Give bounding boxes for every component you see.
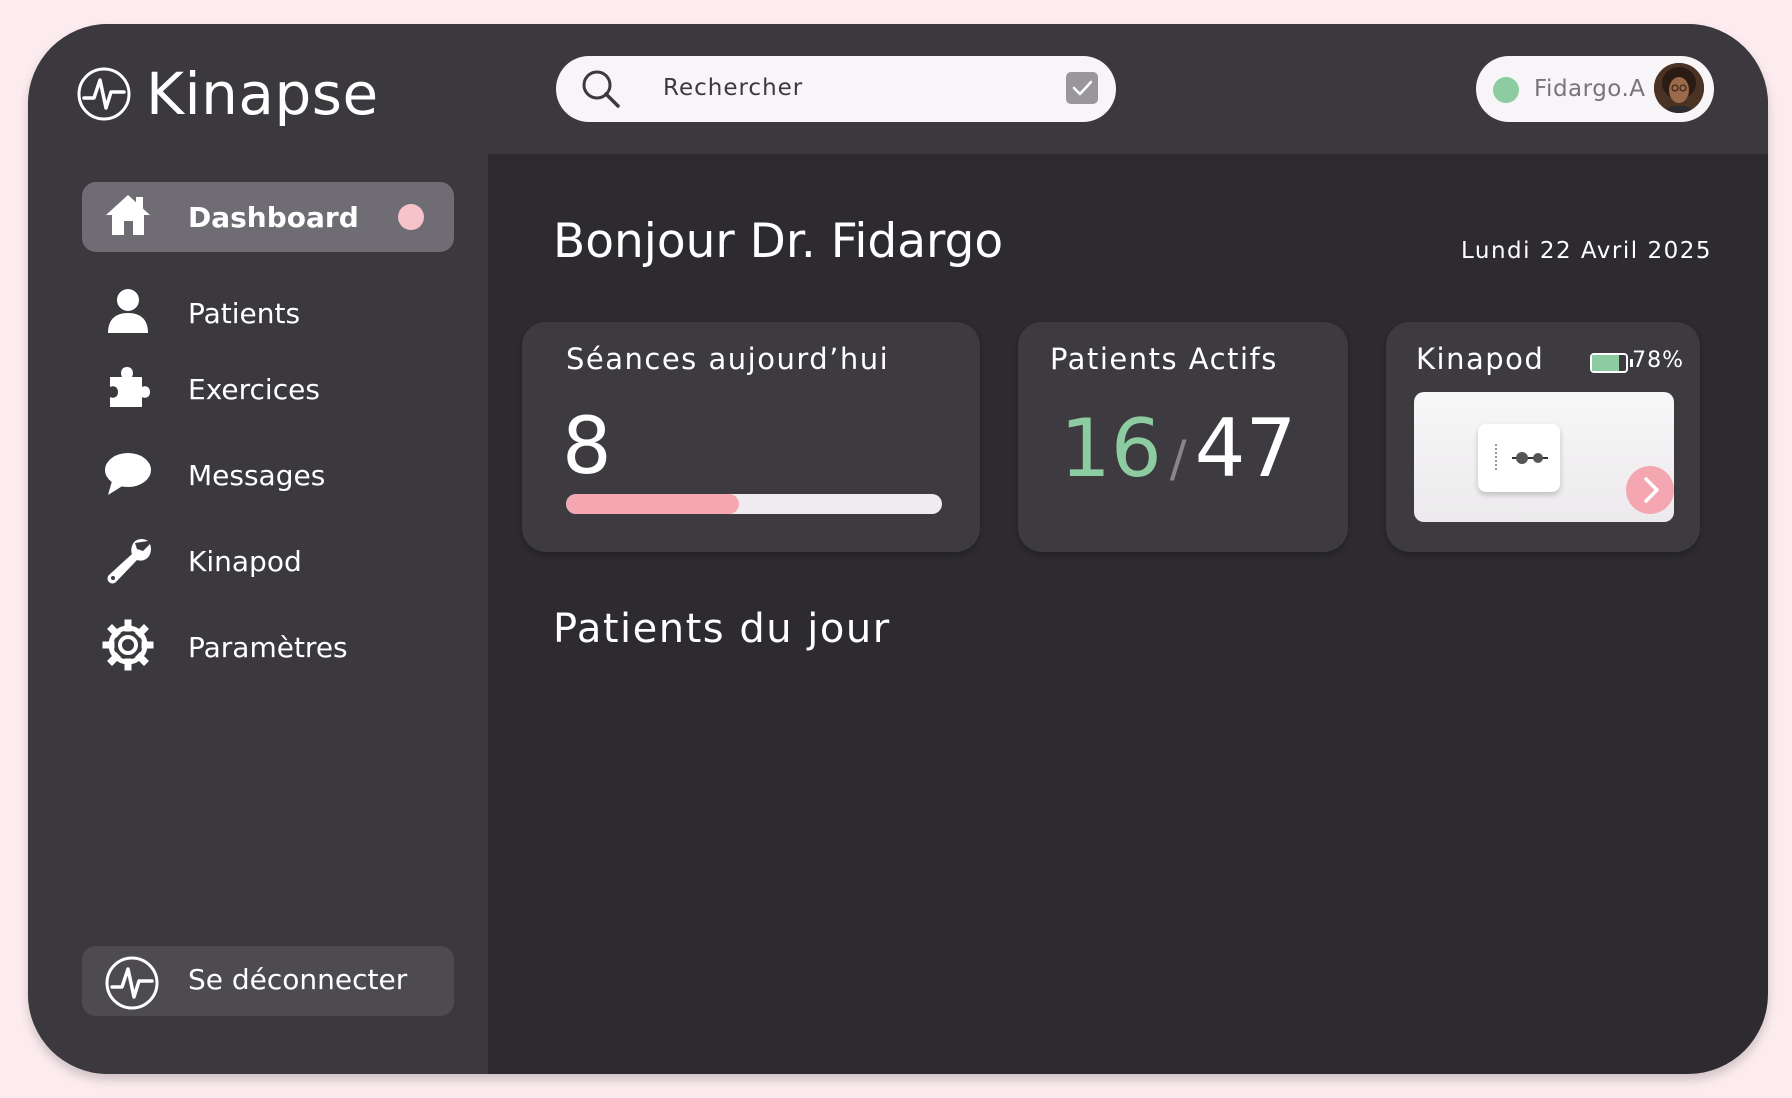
app-window: Kinapse Dashboard Patients Exercices Mes… [28,24,1768,1074]
battery-fill [1592,355,1619,371]
battery-percentage: 78% [1632,348,1684,373]
sessions-count: 8 [562,402,612,492]
sidebar-item-label: Kinapod [188,544,302,578]
sidebar-item-messages[interactable]: Messages [82,440,454,510]
card-active-patients[interactable]: Patients Actifs 16/47 [1018,322,1348,552]
online-status-dot [1493,77,1519,103]
total-patients-count: 47 [1194,402,1297,495]
card-sessions-today[interactable]: Séances aujourd’hui 8 [522,322,980,552]
user-name: Fidargo.A [1534,76,1646,102]
chat-bubble-icon [105,453,151,495]
ratio-separator: / [1169,430,1187,488]
search-bar[interactable]: Rechercher [556,56,1116,122]
page-title: Bonjour Dr. Fidargo [553,214,1004,269]
card-title: Patients Actifs [1050,342,1278,376]
active-patients-count: 16 [1060,402,1162,495]
kinapod-device [1478,424,1560,492]
sidebar-item-parametres[interactable]: Paramètres [82,612,454,682]
home-icon [106,195,150,235]
kinapod-open-button[interactable] [1626,466,1674,514]
search-icon [582,70,620,108]
search-input[interactable]: Rechercher [663,75,803,101]
app-name: Kinapse [146,60,379,128]
logo[interactable]: Kinapse [76,60,379,128]
sidebar-item-label: Dashboard [188,200,359,234]
device-controls-icon [1495,444,1548,472]
sidebar-item-kinapod[interactable]: Kinapod [82,526,454,596]
sidebar-item-label: Paramètres [188,630,348,664]
card-kinapod[interactable]: Kinapod 78% [1386,322,1700,552]
chevron-right-icon [1644,477,1659,503]
sidebar-item-dashboard[interactable]: Dashboard [82,182,454,252]
logout-button[interactable]: Se déconnecter [82,946,454,1016]
kinapod-device-image [1414,392,1674,522]
sidebar-item-patients[interactable]: Patients [82,278,454,348]
progress-fill [566,494,739,514]
checkbox-icon[interactable] [1066,72,1098,104]
sessions-progress-bar [566,494,942,514]
sidebar-item-label: Patients [188,296,301,330]
sidebar: Kinapse Dashboard Patients Exercices Mes… [28,24,488,1074]
person-icon [108,289,148,333]
gear-icon [102,619,154,671]
card-title: Séances aujourd’hui [566,342,890,376]
sidebar-item-label: Messages [188,458,326,492]
section-title: Patients du jour [553,606,891,652]
active-patients-ratio: 16/47 [1060,402,1296,495]
sidebar-item-exercices[interactable]: Exercices [82,354,454,424]
card-title: Kinapod [1416,342,1545,376]
battery-icon [1590,353,1633,373]
notification-dot [398,204,424,230]
kinapse-logo-icon [77,67,131,121]
wrench-icon [107,538,151,584]
puzzle-icon [110,367,150,407]
check-icon [1072,80,1093,96]
kinapse-logo-icon [105,956,159,1010]
logout-label: Se déconnecter [188,963,408,996]
sidebar-item-label: Exercices [188,372,320,406]
avatar[interactable] [1654,63,1704,113]
user-profile[interactable]: Fidargo.A [1476,56,1714,122]
current-date: Lundi 22 Avril 2025 [1460,238,1712,264]
